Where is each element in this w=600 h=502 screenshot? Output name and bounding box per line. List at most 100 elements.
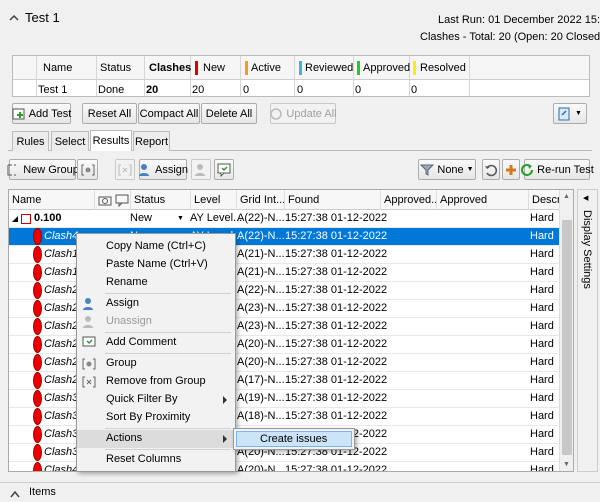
chevron-down-icon[interactable]: ▼: [177, 210, 184, 227]
clash-desc: Hard: [530, 248, 554, 260]
add-comment-button[interactable]: [214, 159, 234, 180]
status-dot-icon: [33, 426, 42, 443]
column-approved[interactable]: Approved: [437, 190, 529, 210]
tab-rules[interactable]: Rules: [12, 131, 49, 151]
comment-icon: [115, 193, 129, 208]
menu-group[interactable]: Group: [77, 355, 235, 373]
clash-found: 15:27:38 01-12-2022: [285, 302, 388, 314]
column-name[interactable]: Name: [9, 190, 95, 210]
add-test-icon: [12, 107, 26, 121]
vertical-scrollbar[interactable]: ▲ ▼: [559, 190, 573, 471]
menu-copy-name[interactable]: Copy Name (Ctrl+C): [77, 238, 235, 256]
new-group-button[interactable]: New Group: [7, 159, 79, 180]
clash-desc: Hard: [530, 338, 554, 350]
menu-create-issues[interactable]: Create issues: [236, 431, 352, 447]
clash-found: 15:27:38 01-12-2022: [285, 410, 388, 422]
summary-header-status: Status: [100, 62, 132, 74]
group-icon: [82, 357, 96, 371]
undo-button[interactable]: [482, 159, 500, 180]
delete-all-button[interactable]: Delete All: [201, 103, 257, 124]
menu-paste-name[interactable]: Paste Name (Ctrl+V): [77, 256, 235, 274]
group-icon-button[interactable]: [77, 159, 98, 180]
group-status[interactable]: New: [130, 210, 152, 227]
clash-desc: Hard: [530, 374, 554, 386]
add-test-button[interactable]: Add Test: [12, 103, 71, 124]
column-status[interactable]: Status: [131, 190, 191, 210]
assign-button[interactable]: Assign: [138, 159, 188, 180]
clash-grid: A(18)-N...: [237, 410, 285, 422]
refresh-icon: [269, 107, 283, 121]
scrollbar-thumb[interactable]: [562, 220, 572, 455]
clash-grid: A(17)-N...: [237, 374, 285, 386]
last-run: Last Run: 01 December 2022 15:27:35: [438, 14, 600, 26]
menu-remove-from-group[interactable]: Remove from Group: [77, 373, 235, 391]
status-dot-icon: [33, 336, 42, 353]
summary-value-active: 0: [243, 84, 250, 96]
collapse-icon[interactable]: [9, 13, 19, 21]
column-found[interactable]: Found: [285, 190, 381, 210]
summary-header-active: Active: [251, 62, 281, 74]
menu-reset-columns[interactable]: Reset Columns: [77, 451, 235, 469]
add-issue-button[interactable]: [502, 159, 520, 180]
clash-found: 15:27:38 01-12-2022: [285, 356, 388, 368]
column-approved-by[interactable]: Approved...: [381, 190, 437, 210]
update-all-button[interactable]: Update All: [269, 103, 337, 124]
summary-header-reviewed: Reviewed: [305, 62, 354, 74]
menu-add-comment[interactable]: Add Comment: [77, 334, 235, 352]
menu-sort-by-proximity[interactable]: Sort By Proximity: [77, 409, 235, 427]
rerun-test-button[interactable]: Re-run Test: [521, 159, 594, 180]
menu-unassign[interactable]: Unassign: [77, 313, 235, 331]
column-level[interactable]: Level: [191, 190, 237, 210]
chevron-right-icon: [223, 435, 227, 443]
ungroup-icon-button[interactable]: [115, 159, 135, 180]
chevron-right-icon: [223, 396, 227, 404]
clash-found: 15:27:38 01-12-2022: [285, 230, 388, 242]
compact-all-button[interactable]: Compact All: [138, 103, 200, 124]
clash-grid: A(19)-N...: [237, 392, 285, 404]
plus-icon: [504, 163, 518, 177]
menu-quick-filter[interactable]: Quick Filter By: [77, 391, 235, 409]
filter-icon: [420, 163, 435, 177]
unassign-icon: [82, 315, 96, 329]
status-dot-icon: [33, 264, 42, 281]
clash-found: 15:27:38 01-12-2022: [285, 374, 388, 386]
clash-desc: Hard: [530, 392, 554, 404]
status-dot-icon: [33, 282, 42, 299]
items-label: Items: [29, 486, 56, 498]
group-row[interactable]: ◢ 0.100 New ▼ AY Level... A(22)-N... 15:…: [9, 210, 573, 228]
tab-report[interactable]: Report: [133, 131, 170, 151]
clash-desc: Hard: [530, 284, 554, 296]
group-clash-icon: [81, 163, 95, 177]
unassign-button[interactable]: [191, 159, 211, 180]
export-dropdown-button[interactable]: ▼: [553, 103, 587, 124]
status-dot-icon: [33, 318, 42, 335]
clash-found: 15:27:38 01-12-2022: [285, 320, 388, 332]
clash-grid: A(22)-N...: [237, 284, 285, 296]
menu-assign[interactable]: Assign: [77, 295, 235, 313]
status-dot-icon: [33, 444, 42, 461]
expand-icon[interactable]: ◢: [12, 210, 18, 227]
display-settings-panel[interactable]: ◀ Display Settings: [577, 189, 598, 472]
summary-header-approved: Approved: [363, 62, 411, 74]
clash-grid: A(23)-N...: [237, 302, 285, 314]
assign-user-icon: [82, 297, 96, 311]
menu-actions[interactable]: Actions: [77, 430, 235, 448]
menu-rename[interactable]: Rename: [77, 274, 235, 292]
status-dot-icon: [33, 228, 42, 245]
group-found: 15:27:38 01-12-2022: [285, 212, 388, 224]
summary-header-new: New: [203, 62, 226, 74]
summary-value-resolved: 0: [411, 84, 418, 96]
column-grid-intersection[interactable]: Grid Int...: [237, 190, 285, 210]
status-dot-icon: [33, 462, 42, 471]
status-dot-icon: [33, 300, 42, 317]
clash-desc: Hard: [530, 302, 554, 314]
tab-results[interactable]: Results: [90, 130, 132, 151]
filter-none-dropdown[interactable]: None ▼: [418, 159, 476, 180]
status-dot-icon: [33, 372, 42, 389]
items-bar[interactable]: Items: [0, 482, 600, 502]
status-dot-icon: [33, 354, 42, 371]
column-camera[interactable]: [95, 190, 131, 210]
group-desc: Hard: [530, 212, 554, 224]
reset-all-button[interactable]: Reset All: [82, 103, 137, 124]
tab-select[interactable]: Select: [51, 131, 89, 151]
